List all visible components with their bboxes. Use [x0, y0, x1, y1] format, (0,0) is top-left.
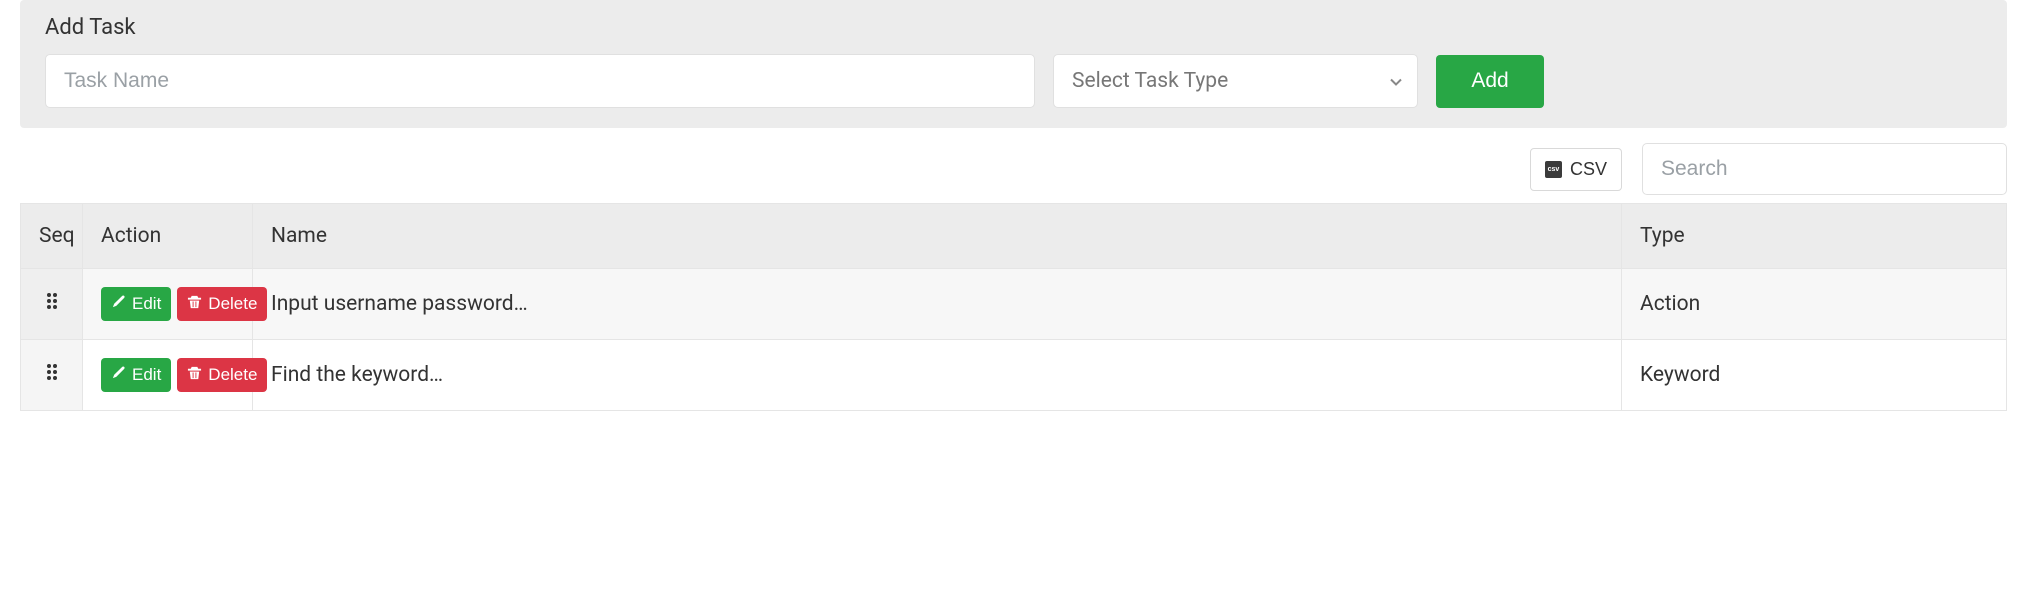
csv-label: CSV	[1570, 159, 1607, 180]
panel-title: Add Task	[45, 15, 1982, 40]
task-type-select[interactable]: Select Task Type	[1053, 54, 1418, 108]
csv-file-icon: csv	[1545, 161, 1562, 178]
trash-icon	[187, 365, 202, 385]
trash-icon	[187, 294, 202, 314]
table-row: Edit Delete Input username password… Act…	[21, 269, 2007, 340]
edit-label: Edit	[132, 294, 161, 314]
drag-handle-icon[interactable]	[45, 291, 59, 311]
cell-type: Keyword	[1622, 340, 2007, 411]
edit-label: Edit	[132, 365, 161, 385]
table-toolbar: csv CSV	[20, 143, 2007, 195]
pencil-icon	[111, 294, 126, 314]
edit-button[interactable]: Edit	[101, 287, 171, 321]
pencil-icon	[111, 365, 126, 385]
header-type: Type	[1622, 204, 2007, 269]
delete-button[interactable]: Delete	[177, 358, 267, 392]
add-button[interactable]: Add	[1436, 55, 1544, 108]
search-input[interactable]	[1642, 143, 2007, 195]
add-task-panel: Add Task Select Task Type Add	[20, 0, 2007, 128]
edit-button[interactable]: Edit	[101, 358, 171, 392]
table-row: Edit Delete Find the keyword… Keyword	[21, 340, 2007, 411]
cell-name: Input username password…	[253, 269, 1622, 340]
cell-name: Find the keyword…	[253, 340, 1622, 411]
header-seq: Seq	[21, 204, 83, 269]
delete-label: Delete	[208, 365, 257, 385]
delete-button[interactable]: Delete	[177, 287, 267, 321]
drag-handle-icon[interactable]	[45, 362, 59, 382]
cell-type: Action	[1622, 269, 2007, 340]
header-action: Action	[83, 204, 253, 269]
delete-label: Delete	[208, 294, 257, 314]
tasks-table: Seq Action Name Type	[20, 203, 2007, 411]
task-type-select-placeholder: Select Task Type	[1072, 69, 1228, 93]
export-csv-button[interactable]: csv CSV	[1530, 148, 1622, 191]
task-name-input[interactable]	[45, 54, 1035, 108]
add-task-form: Select Task Type Add	[45, 54, 1982, 108]
header-name: Name	[253, 204, 1622, 269]
